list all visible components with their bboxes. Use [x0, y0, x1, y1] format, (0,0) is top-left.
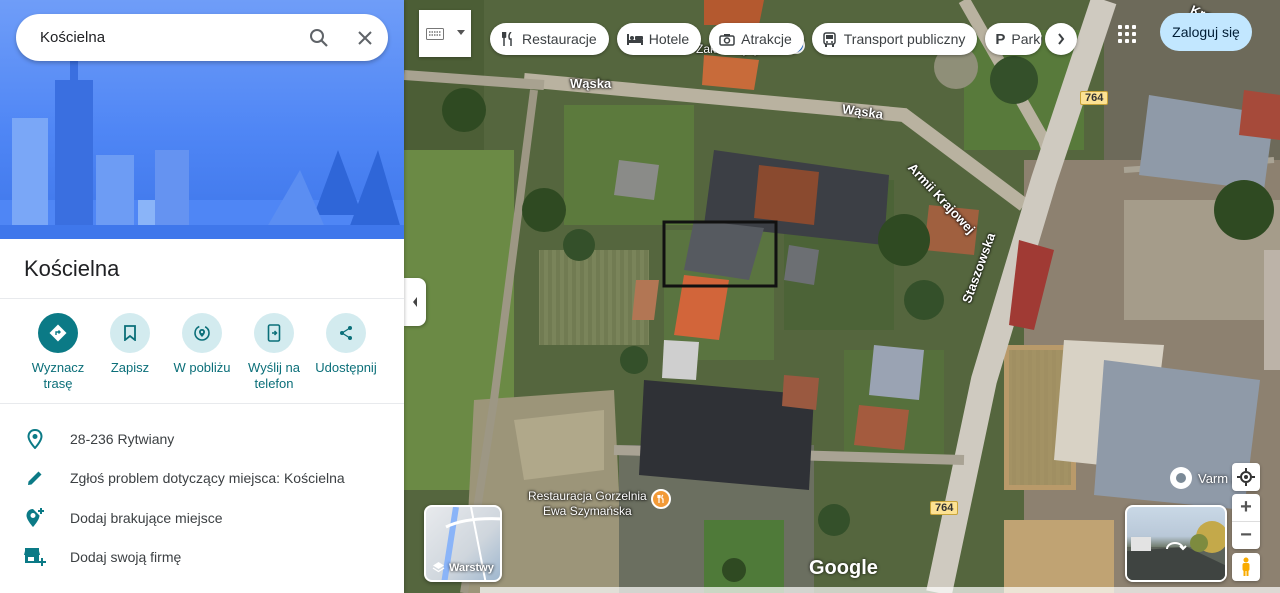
fork-knife-icon [500, 31, 516, 47]
collapse-panel-button[interactable] [404, 278, 426, 326]
chevron-right-icon [1058, 33, 1065, 45]
divider [0, 403, 404, 404]
share-label: Udostępnij [315, 360, 377, 375]
category-chips: Restauracje Hotele Atrakcje Transport pu… [490, 23, 1043, 55]
nearby-button[interactable]: W pobliżu [166, 313, 238, 392]
directions-icon [38, 313, 78, 353]
location-pin-icon [0, 429, 70, 449]
address-text: 28-236 Rytwiany [70, 431, 175, 447]
chip-hotele[interactable]: Hotele [616, 23, 702, 55]
place-details-panel: Kościelna Kościelna Wyznacz trasę Zapisz… [0, 0, 404, 593]
street-view-preview [1127, 521, 1225, 580]
save-label: Zapisz [110, 360, 150, 375]
street-view-thumbnail[interactable] [1125, 505, 1227, 582]
search-box[interactable]: Kościelna [16, 14, 388, 61]
place-marker-icon [1170, 467, 1192, 489]
parking-icon: P [995, 30, 1006, 48]
add-missing-place-row[interactable]: Dodaj brakujące miejsce [0, 498, 404, 538]
directions-button[interactable]: Wyznacz trasę [22, 313, 94, 392]
poi-label-line1: Restauracja Gorzelnia [528, 489, 647, 503]
poi-restauracja-gorzelnia[interactable]: Restauracja Gorzelnia Ewa Szymańska [528, 489, 671, 519]
pegman-icon [1242, 557, 1250, 576]
share-icon [326, 313, 366, 353]
chip-parki[interactable]: P Parki [985, 23, 1043, 55]
bookmark-icon [110, 313, 150, 353]
route-shield-764: 764 [1080, 91, 1109, 105]
chip-restauracje[interactable]: Restauracje [490, 23, 609, 55]
search-button[interactable] [296, 15, 342, 61]
place-title: Kościelna [24, 256, 120, 281]
chip-label: Restauracje [522, 31, 597, 47]
poi-label-line2: Ewa Szymańska [543, 504, 632, 518]
pencil-icon [0, 469, 70, 487]
add-business-row[interactable]: Dodaj swoją firmę [0, 537, 404, 577]
chip-label: Hotele [648, 31, 690, 47]
chip-label: Transport publiczny [843, 31, 966, 47]
pegman-street-view-button[interactable] [1232, 553, 1260, 581]
keyboard-shortcuts-button[interactable] [419, 10, 471, 57]
chip-transport-publiczny[interactable]: Transport publiczny [811, 23, 978, 55]
zoom-controls: + − [1232, 494, 1260, 549]
chevron-left-icon [413, 297, 417, 307]
crosshair-icon [1237, 468, 1255, 486]
bus-icon [822, 31, 838, 47]
add-missing-place-text: Dodaj brakujące miejsce [70, 510, 223, 526]
nearby-icon [182, 313, 222, 353]
zoom-out-button[interactable]: − [1232, 521, 1260, 549]
map-attribution-bar [480, 587, 1280, 593]
report-problem-row[interactable]: Zgłoś problem dotyczący miejsca: Kościel… [0, 458, 404, 498]
divider [0, 298, 404, 299]
add-business-text: Dodaj swoją firmę [70, 549, 182, 565]
chip-label: Parki [1011, 31, 1043, 47]
zoom-in-button[interactable]: + [1232, 494, 1260, 521]
my-location-button[interactable] [1232, 463, 1260, 491]
nearby-label: W pobliżu [173, 360, 231, 375]
clear-search-button[interactable] [342, 15, 388, 61]
close-icon [358, 30, 372, 45]
phone-send-icon [254, 313, 294, 353]
layers-button[interactable]: Warstwy [424, 505, 502, 582]
chevron-down-icon [457, 30, 465, 35]
route-shield-764-south: 764 [930, 501, 959, 515]
place-hero-image: Kościelna [0, 0, 404, 239]
camera-icon [719, 31, 735, 47]
search-icon [310, 28, 328, 47]
apps-grid-icon[interactable] [1115, 22, 1139, 46]
action-buttons: Wyznacz trasę Zapisz W pobliżu Wyślij na… [22, 313, 382, 392]
layers-icon [432, 562, 445, 573]
chip-label: Atrakcje [741, 31, 792, 47]
bed-icon [626, 31, 643, 47]
restaurant-icon [650, 489, 671, 509]
layers-label: Warstwy [449, 561, 494, 574]
report-problem-text: Zgłoś problem dotyczący miejsca: Kościel… [70, 470, 345, 486]
send-to-phone-label: Wyślij na telefon [248, 360, 300, 391]
send-to-phone-button[interactable]: Wyślij na telefon [238, 313, 310, 392]
add-location-icon [0, 507, 70, 529]
share-button[interactable]: Udostępnij [310, 313, 382, 392]
chips-next-button[interactable] [1045, 23, 1077, 55]
keyboard-icon [426, 27, 444, 40]
directions-label: Wyznacz trasę [31, 360, 85, 391]
google-logo: Google [809, 557, 878, 579]
chip-atrakcje[interactable]: Atrakcje [709, 23, 804, 55]
add-business-icon [0, 547, 70, 567]
address-row[interactable]: 28-236 Rytwiany [0, 419, 404, 459]
street-label-waska: Wąska [570, 76, 612, 91]
login-button[interactable]: Zaloguj się [1160, 13, 1252, 51]
save-button[interactable]: Zapisz [94, 313, 166, 392]
search-input[interactable]: Kościelna [40, 29, 296, 46]
